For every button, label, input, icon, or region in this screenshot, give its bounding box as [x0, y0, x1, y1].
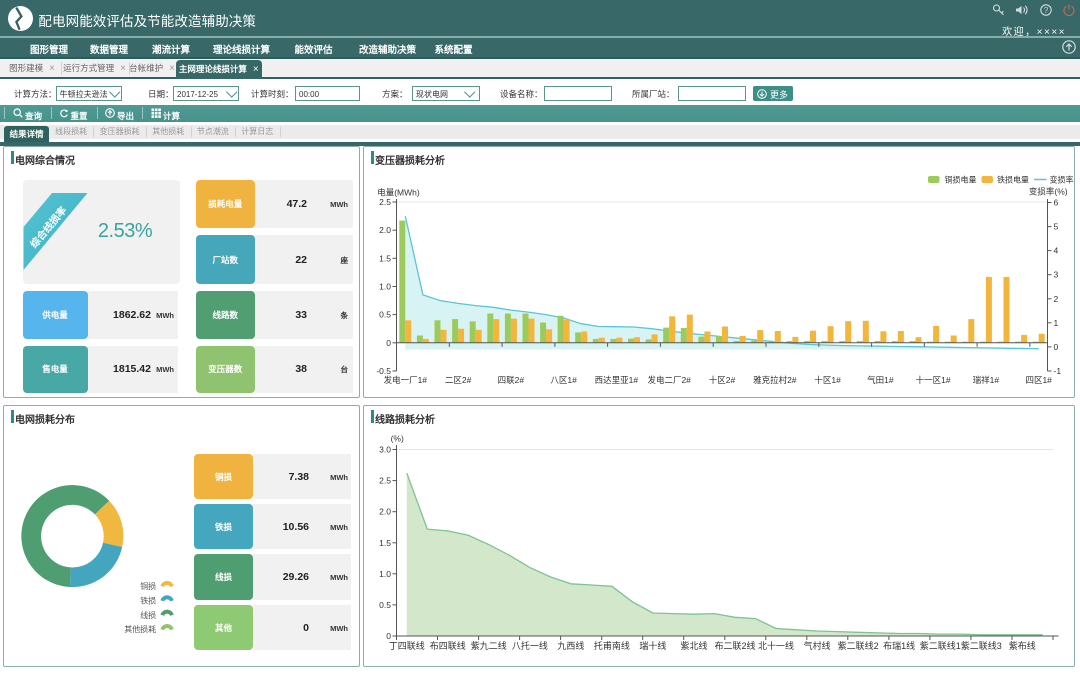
svg-text:铜损: 铜损	[140, 581, 156, 591]
svg-text:6: 6	[1054, 198, 1059, 208]
svg-text:紫北线: 紫北线	[680, 640, 707, 651]
svg-text:1.0: 1.0	[379, 282, 391, 292]
svg-text:1.5: 1.5	[379, 253, 391, 263]
svg-text:2.0: 2.0	[379, 225, 391, 235]
svg-text:发电二厂2#: 发电二厂2#	[647, 375, 691, 385]
svg-text:0: 0	[386, 631, 391, 641]
svg-text:1: 1	[1054, 318, 1059, 328]
svg-text:2.0: 2.0	[379, 507, 391, 517]
svg-text:线损: 线损	[140, 610, 156, 620]
svg-text:铁损电量: 铁损电量	[997, 175, 1029, 185]
svg-text:气田1#: 气田1#	[867, 375, 894, 385]
svg-text:其他损耗: 其他损耗	[124, 624, 156, 634]
svg-text:铜损电量: 铜损电量	[945, 175, 977, 185]
svg-text:布四联线: 布四联线	[430, 640, 466, 651]
svg-text:十区2#: 十区2#	[709, 375, 736, 385]
svg-text:九西线: 九西线	[557, 640, 584, 651]
svg-text:0: 0	[1054, 342, 1059, 352]
svg-text:?: ?	[1044, 6, 1049, 15]
svg-text:2.5: 2.5	[379, 476, 391, 486]
svg-text:变损率: 变损率	[1050, 175, 1074, 185]
svg-text:八区1#: 八区1#	[550, 375, 577, 385]
svg-text:布二联2线: 布二联2线	[714, 640, 755, 651]
svg-text:瑞祥1#: 瑞祥1#	[973, 375, 1000, 385]
svg-text:电量(MWh): 电量(MWh)	[377, 188, 420, 198]
svg-text:0.5: 0.5	[379, 310, 391, 320]
svg-text:1.5: 1.5	[379, 538, 391, 548]
svg-text:丁四联线: 丁四联线	[389, 640, 425, 651]
svg-text:-1: -1	[1054, 366, 1062, 376]
svg-text:四区1#: 四区1#	[1025, 375, 1052, 385]
svg-text:紫布线: 紫布线	[1009, 640, 1036, 651]
svg-text:1.0: 1.0	[379, 569, 391, 579]
svg-text:紫二联线3: 紫二联线3	[961, 640, 1002, 651]
svg-text:布瑞1线: 布瑞1线	[883, 640, 915, 651]
svg-text:十区1#: 十区1#	[814, 375, 841, 385]
svg-text:十一区1#: 十一区1#	[916, 375, 951, 385]
svg-text:瑞十线: 瑞十线	[639, 640, 666, 651]
svg-text:紫二联线1: 紫二联线1	[920, 640, 961, 651]
svg-text:紫九二线: 紫九二线	[471, 640, 507, 651]
svg-text:3: 3	[1054, 270, 1059, 280]
svg-text:托甫南线: 托甫南线	[594, 640, 630, 651]
svg-text:北十一线: 北十一线	[758, 640, 794, 651]
svg-text:气村线: 气村线	[804, 640, 831, 651]
svg-text:四联2#: 四联2#	[498, 375, 525, 385]
svg-text:八托一线: 八托一线	[512, 640, 548, 651]
svg-text:4: 4	[1054, 246, 1059, 256]
svg-text:雅克拉村2#: 雅克拉村2#	[753, 375, 797, 385]
svg-text:0.5: 0.5	[379, 600, 391, 610]
svg-text:(%): (%)	[391, 434, 404, 444]
svg-text:5: 5	[1054, 222, 1059, 232]
svg-text:变损率(%): 变损率(%)	[1029, 187, 1068, 197]
svg-text:紫二联线2: 紫二联线2	[838, 640, 879, 651]
svg-text:西达里亚1#: 西达里亚1#	[595, 375, 639, 385]
svg-text:0: 0	[386, 338, 391, 348]
svg-text:3.0: 3.0	[379, 445, 391, 455]
svg-text:发电一厂1#: 发电一厂1#	[384, 375, 428, 385]
svg-text:2.5: 2.5	[379, 197, 391, 207]
svg-text:二区2#: 二区2#	[445, 375, 472, 385]
svg-text:2: 2	[1054, 294, 1059, 304]
svg-text:铁损: 铁损	[140, 595, 156, 605]
